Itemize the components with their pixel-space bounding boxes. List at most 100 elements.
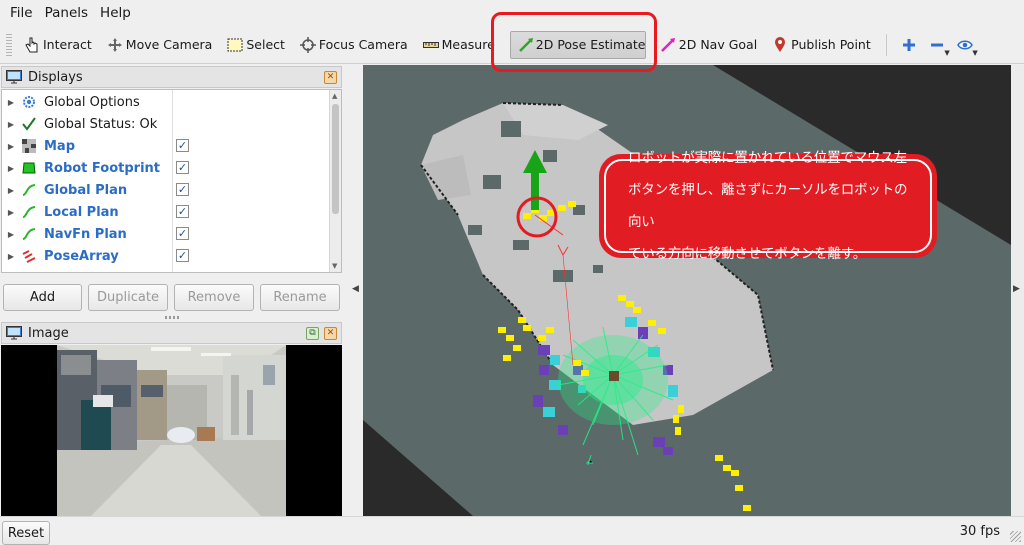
focus-camera-tool-button[interactable]: Focus Camera <box>292 31 415 59</box>
scroll-up-icon[interactable]: ▲ <box>332 92 337 100</box>
add-button[interactable]: Add <box>3 284 82 311</box>
callout-text: ロボットが実際に置かれている位置でマウス左 ボタンを押し、離さずにカーソルをロボ… <box>628 142 914 270</box>
measure-label: Measure <box>441 37 495 52</box>
displays-tree: ▶ Global Options ▶ Global Status: Ok ▶ M… <box>1 89 342 273</box>
3d-render-view[interactable] <box>363 65 1011 516</box>
path-icon <box>20 226 38 242</box>
toolbar-separator <box>885 33 887 56</box>
chevron-down-icon: ▼ <box>972 48 978 57</box>
monitor-icon <box>6 70 22 84</box>
image-panel-header: Image ⧉ ✕ <box>1 322 342 344</box>
remove-button[interactable]: Remove <box>174 284 254 311</box>
remove-tool-button[interactable]: ▼ <box>923 32 951 58</box>
view-tool-button[interactable]: ▼ <box>951 32 979 58</box>
expand-arrow-icon[interactable]: ▶ <box>2 142 20 151</box>
local-plan-checkbox[interactable]: ✓ <box>176 205 189 218</box>
displays-title: Displays <box>28 69 83 85</box>
hand-pointer-icon <box>23 37 41 53</box>
tree-item-label: Local Plan <box>44 204 119 220</box>
callout-line-2: ボタンを押し、離さずにカーソルをロボットの向い <box>628 182 908 230</box>
displays-scrollbar[interactable]: ▲ ▼ <box>329 90 341 272</box>
select-label: Select <box>246 37 285 52</box>
tree-item-label: Robot Footprint <box>44 160 160 176</box>
image-panel-title: Image <box>28 325 69 341</box>
tree-item-global-plan[interactable]: ▶ Global Plan <box>2 179 330 201</box>
scroll-down-icon[interactable]: ▼ <box>332 262 337 270</box>
pose-array-icon <box>20 248 38 264</box>
map-pin-icon <box>771 36 789 53</box>
scene-canvas[interactable] <box>363 65 1011 516</box>
menu-file[interactable]: File <box>4 5 39 21</box>
tree-item-label: Global Status: Ok <box>44 116 158 132</box>
collapse-left-icon[interactable]: ◀ <box>352 284 359 294</box>
tree-item-label: Global Plan <box>44 182 128 198</box>
collapse-right-icon[interactable]: ▶ <box>1013 284 1020 294</box>
interact-label: Interact <box>43 37 92 52</box>
add-tool-button[interactable] <box>895 32 923 58</box>
interact-tool-button[interactable]: Interact <box>16 31 99 59</box>
tree-item-map[interactable]: ▶ Map <box>2 135 330 157</box>
magenta-arrow-icon <box>659 37 677 53</box>
rename-button[interactable]: Rename <box>260 284 340 311</box>
tree-item-global-options[interactable]: ▶ Global Options <box>2 91 330 113</box>
scrollbar-thumb[interactable] <box>332 104 339 214</box>
tree-item-local-plan[interactable]: ▶ Local Plan <box>2 201 330 223</box>
expand-arrow-icon[interactable]: ▶ <box>2 208 20 217</box>
tree-item-navfn-plan[interactable]: ▶ NavFn Plan <box>2 223 330 245</box>
reset-button[interactable]: Reset <box>2 521 50 545</box>
navfn-plan-checkbox[interactable]: ✓ <box>176 227 189 240</box>
minus-icon <box>930 43 943 46</box>
instruction-callout: ロボットが実際に置かれている位置でマウス左 ボタンを押し、離さずにカーソルをロボ… <box>599 150 937 262</box>
global-plan-checkbox[interactable]: ✓ <box>176 183 189 196</box>
chevron-down-icon: ▼ <box>944 48 950 57</box>
expand-arrow-icon[interactable]: ▶ <box>2 164 20 173</box>
camera-image <box>1 345 342 516</box>
toolbar-grip[interactable] <box>6 33 12 56</box>
expand-arrow-icon[interactable]: ▶ <box>2 186 20 195</box>
select-tool-button[interactable]: Select <box>219 31 292 59</box>
publish-point-tool-button[interactable]: Publish Point <box>764 31 878 59</box>
panel-splitter[interactable] <box>165 316 179 319</box>
window-resize-grip[interactable] <box>1010 531 1021 542</box>
callout-line-3: ている方向に移動させてボタンを離す。 <box>628 246 867 262</box>
duplicate-button[interactable]: Duplicate <box>88 284 168 311</box>
plus-icon <box>902 38 915 51</box>
panel-float-icon[interactable]: ⧉ <box>306 327 319 340</box>
panel-close-icon[interactable]: ✕ <box>324 327 337 340</box>
path-icon <box>20 182 38 198</box>
tree-item-label: Global Options <box>44 94 140 110</box>
displays-panel-header: Displays ✕ <box>1 66 342 88</box>
expand-arrow-icon[interactable]: ▶ <box>2 120 20 129</box>
robot-marker <box>609 371 619 381</box>
selection-box-icon <box>226 37 244 53</box>
expand-arrow-icon[interactable]: ▶ <box>2 252 20 261</box>
callout-body: ロボットが実際に置かれている位置でマウス左 ボタンを押し、離さずにカーソルをロボ… <box>604 150 932 262</box>
expand-arrow-icon[interactable]: ▶ <box>2 230 20 239</box>
expand-arrow-icon[interactable]: ▶ <box>2 98 20 107</box>
map-checkbox[interactable]: ✓ <box>176 139 189 152</box>
ruler-icon <box>422 37 440 53</box>
status-bar: Reset 30 fps <box>0 516 1024 545</box>
focus-camera-label: Focus Camera <box>318 37 408 52</box>
path-icon <box>20 204 38 220</box>
map-icon <box>20 138 38 154</box>
publish-point-label: Publish Point <box>791 37 871 52</box>
nav-goal-label: 2D Nav Goal <box>678 37 758 52</box>
tree-item-robot-footprint[interactable]: ▶ Robot Footprint <box>2 157 330 179</box>
move-camera-tool-button[interactable]: Move Camera <box>99 31 220 59</box>
measure-tool-button[interactable]: Measure <box>415 31 502 59</box>
corridor-photo <box>1 345 342 516</box>
tree-item-pose-array[interactable]: ▶ PoseArray <box>2 245 330 267</box>
fps-readout: 30 fps <box>959 524 1000 539</box>
menu-panels[interactable]: Panels <box>39 5 94 21</box>
active-tool-highlight <box>491 12 657 72</box>
pose-array-checkbox[interactable]: ✓ <box>176 249 189 262</box>
robot-footprint-checkbox[interactable]: ✓ <box>176 161 189 174</box>
crosshair-icon <box>299 36 317 53</box>
monitor-icon <box>6 326 22 340</box>
move-camera-label: Move Camera <box>125 37 213 52</box>
menu-help[interactable]: Help <box>94 5 137 21</box>
tree-item-global-status[interactable]: ▶ Global Status: Ok <box>2 113 330 135</box>
nav-goal-tool-button[interactable]: 2D Nav Goal <box>652 31 764 59</box>
panel-close-icon[interactable]: ✕ <box>324 71 337 84</box>
